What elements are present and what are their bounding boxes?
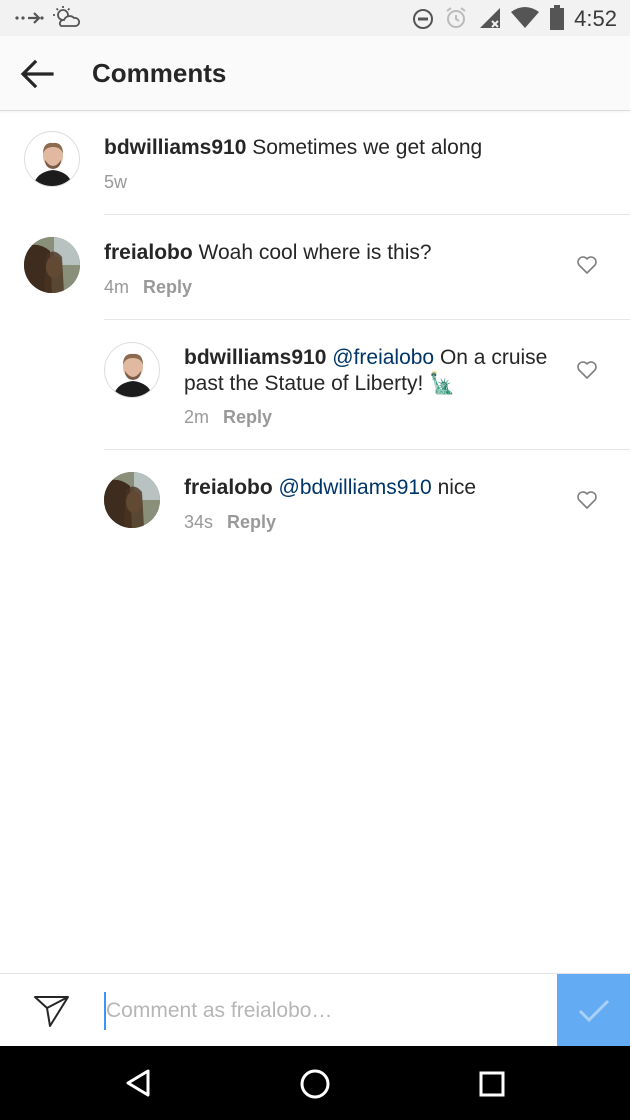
do-not-disturb-icon	[413, 9, 433, 29]
comment-meta: 4m Reply	[104, 277, 192, 298]
username-link[interactable]: bdwilliams910	[184, 346, 326, 369]
comment-meta: 5w	[104, 172, 127, 193]
avatar[interactable]	[104, 342, 160, 398]
wifi-icon	[511, 7, 539, 28]
reply-button[interactable]: Reply	[227, 512, 276, 532]
comment-body: Sometimes we get along	[246, 136, 483, 159]
home-circle-icon[interactable]	[299, 1068, 331, 1100]
battery-icon	[550, 5, 564, 30]
comment-time: 5w	[104, 172, 128, 192]
data-transfer-icon	[15, 12, 44, 24]
comment-text: bdwilliams910 Sometimes we get along	[104, 135, 604, 161]
comment-meta: 34s Reply	[184, 512, 276, 533]
comment-item: bdwilliams910 @freialobo On a cruise pas…	[0, 320, 630, 450]
app-bar: Comments	[0, 36, 630, 111]
comment-text: freialobo Woah cool where is this?	[104, 240, 564, 266]
comment-meta: 2m Reply	[184, 407, 272, 428]
comment-input[interactable]	[104, 992, 544, 1030]
comment-text: bdwilliams910 @freialobo On a cruise pas…	[184, 345, 564, 397]
comment-body: Woah cool where is this?	[192, 241, 432, 264]
page-title: Comments	[92, 58, 227, 88]
signal-icon	[480, 8, 500, 28]
weather-icon	[53, 6, 80, 27]
system-nav-bar	[0, 1046, 630, 1120]
recents-square-icon[interactable]	[478, 1070, 506, 1098]
alarm-icon	[446, 7, 466, 28]
username-link[interactable]: bdwilliams910	[104, 136, 246, 159]
avatar[interactable]	[24, 237, 80, 293]
reply-button[interactable]: Reply	[143, 277, 192, 297]
avatar[interactable]	[104, 472, 160, 528]
heart-icon[interactable]	[576, 255, 598, 275]
comment-time: 34s	[184, 512, 214, 532]
post-button[interactable]	[557, 974, 630, 1047]
comment-time: 4m	[104, 277, 130, 297]
status-bar: 4:52	[0, 0, 630, 36]
back-triangle-icon[interactable]	[124, 1068, 152, 1098]
avatar[interactable]	[24, 131, 80, 187]
arrow-left-icon[interactable]	[18, 56, 56, 92]
direct-send-icon[interactable]	[33, 993, 71, 1029]
heart-icon[interactable]	[576, 490, 598, 510]
checkmark-icon	[578, 999, 610, 1023]
comment-body: nice	[431, 476, 477, 499]
username-link[interactable]: freialobo	[104, 241, 193, 264]
heart-icon[interactable]	[576, 360, 598, 380]
mention-link[interactable]: @freialobo	[326, 346, 434, 369]
comment-input-bar	[0, 973, 630, 1047]
comment-time: 2m	[184, 407, 210, 427]
username-link[interactable]: freialobo	[184, 476, 273, 499]
comment-item: freialobo Woah cool where is this? 4m Rep…	[0, 215, 630, 320]
mention-link[interactable]: @bdwilliams910	[273, 476, 432, 499]
reply-button[interactable]: Reply	[223, 407, 272, 427]
comment-item: freialobo @bdwilliams910 nice 34s Reply	[0, 450, 630, 550]
comment-text: freialobo @bdwilliams910 nice	[184, 475, 564, 501]
status-time: 4:52	[574, 6, 617, 31]
comment-item: bdwilliams910 Sometimes we get along 5w	[0, 111, 630, 215]
